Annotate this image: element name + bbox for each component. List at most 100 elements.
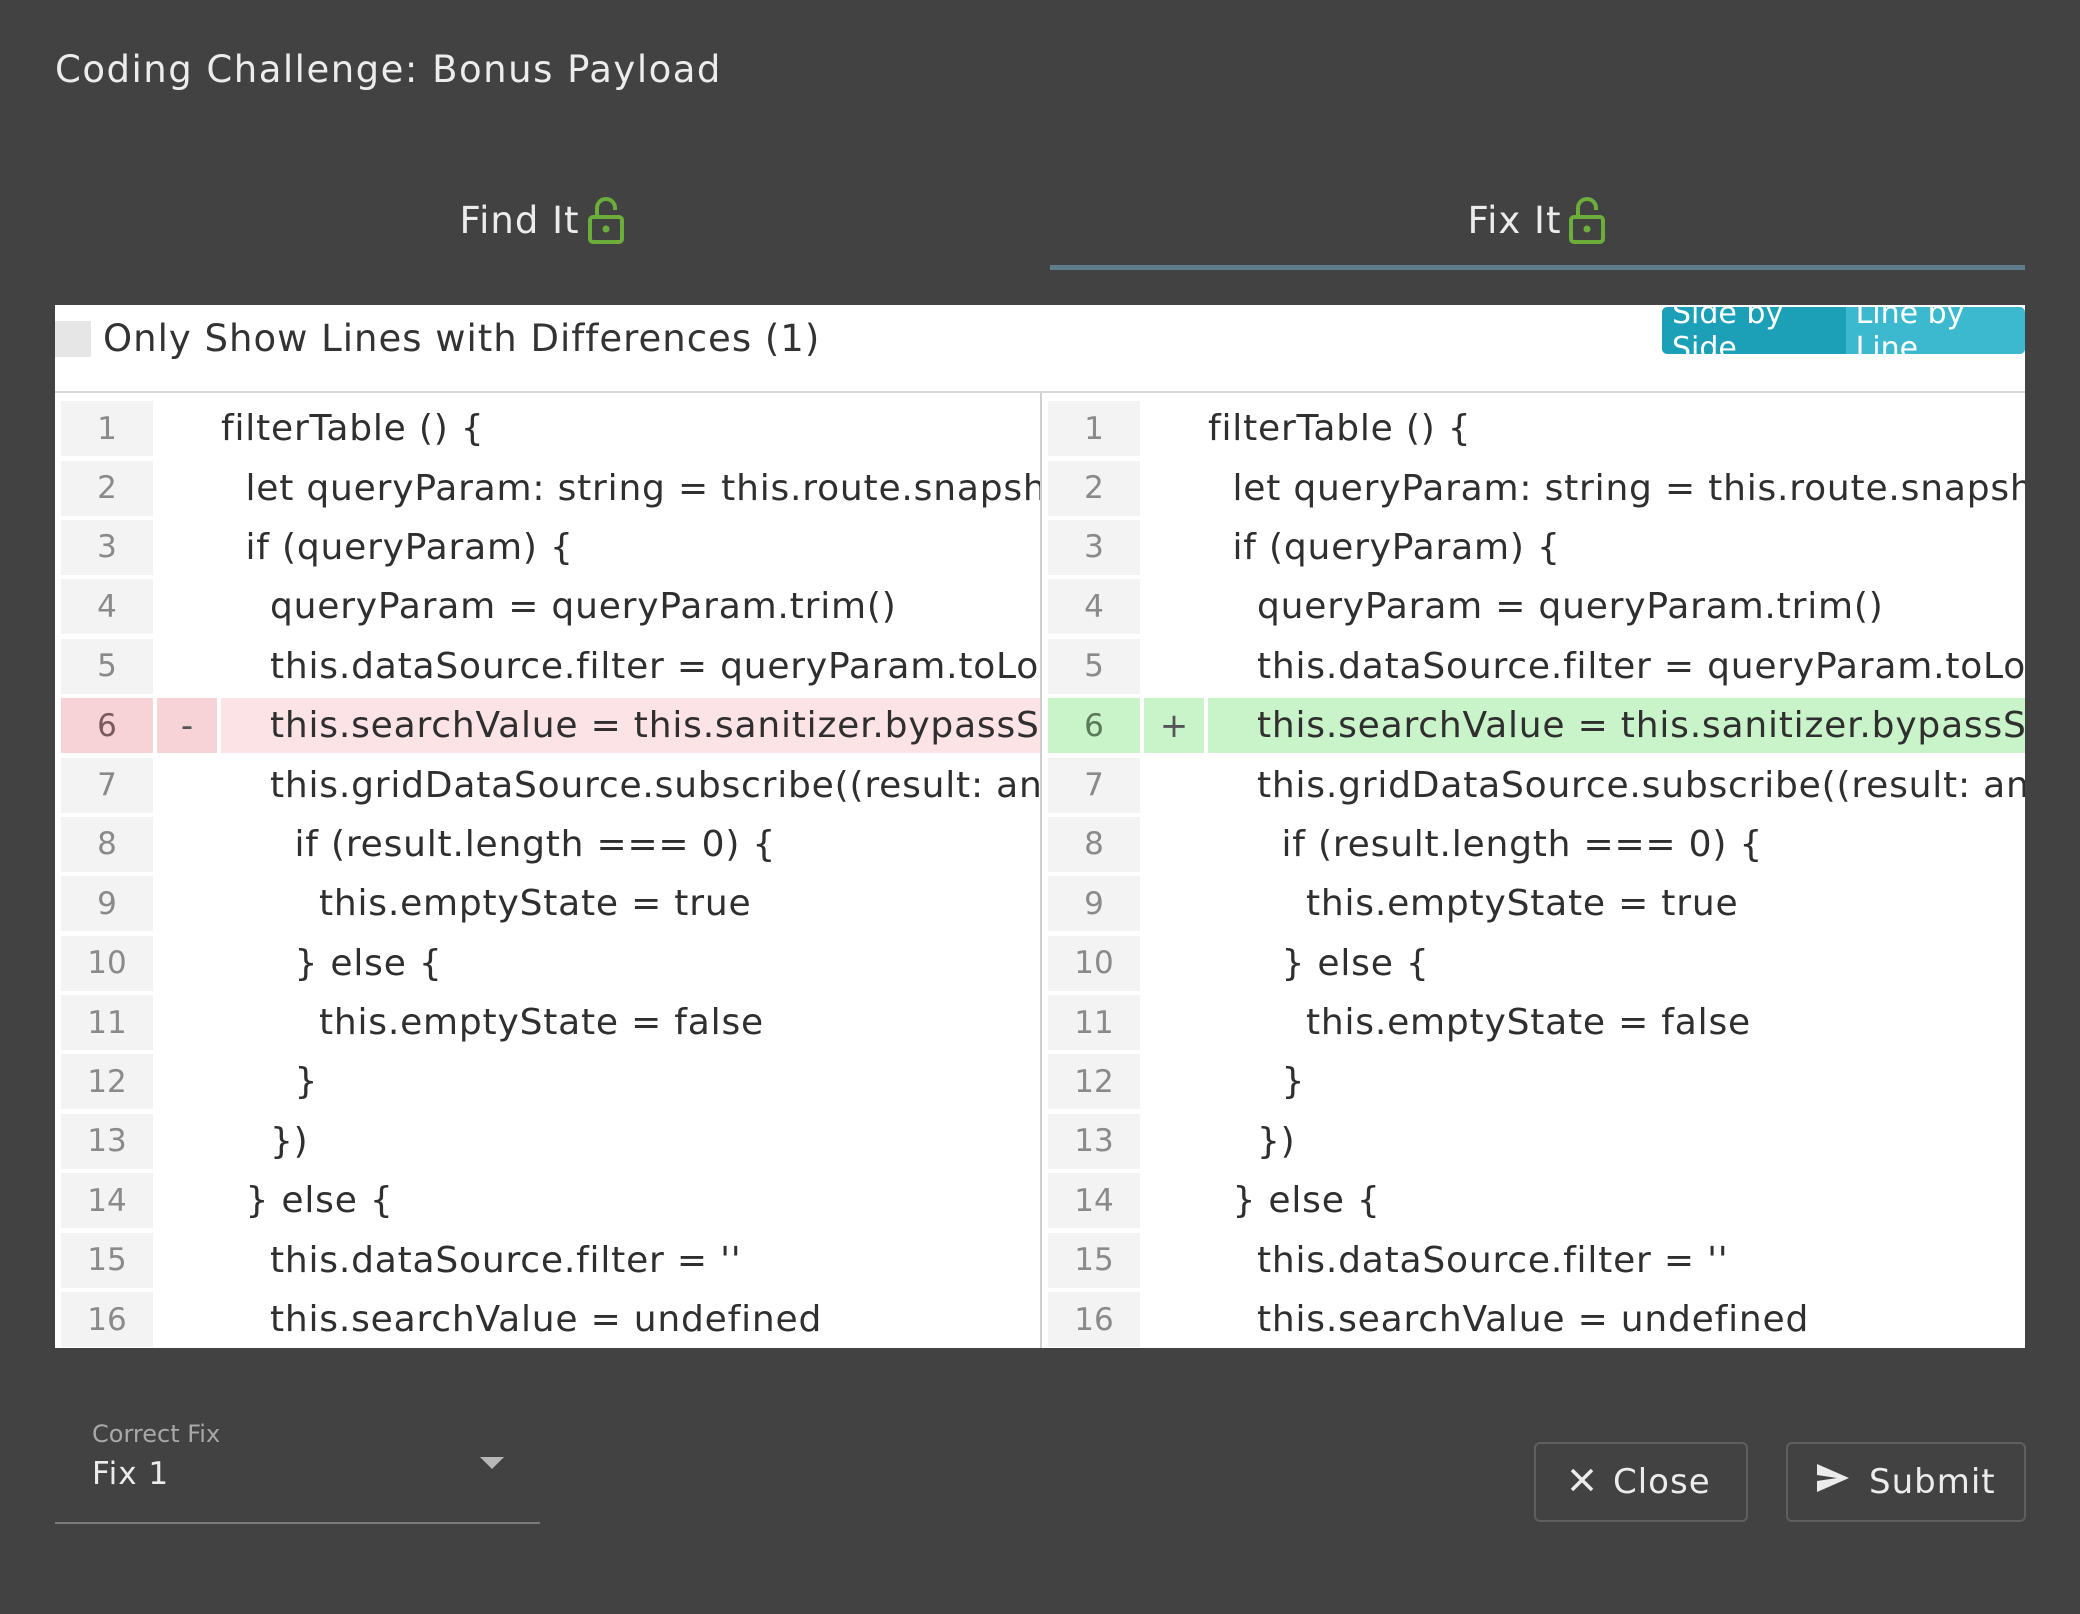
line-number: 9: [1048, 876, 1140, 932]
diff-marker: [157, 817, 217, 872]
code-text: this.emptyState = false: [1208, 1002, 1751, 1044]
line-number: 9: [61, 876, 153, 932]
send-icon: [1815, 1462, 1851, 1503]
line-number: 15: [61, 1232, 153, 1288]
line-number: 11: [61, 995, 153, 1051]
diff-marker: +: [1144, 698, 1204, 754]
code-text: this.dataSource.filter = '': [1208, 1239, 1729, 1281]
code-text: } else {: [1208, 1180, 1381, 1222]
code-text: filterTable () {: [221, 408, 485, 450]
diff-marker: [1144, 461, 1204, 516]
diff-line-right-7: 7 this.gridDataSource.subscribe((result:…: [1042, 755, 2025, 814]
code-text: queryParam = queryParam.trim(): [221, 586, 897, 628]
view-mode-toggle: Side by Side Line by Line: [1662, 307, 2025, 354]
tab-fix-it[interactable]: Fix It: [1050, 170, 2025, 270]
diff-marker: [157, 401, 217, 456]
diff-marker: [157, 461, 217, 516]
only-differences-checkbox[interactable]: [55, 321, 91, 357]
correct-fix-select[interactable]: Correct Fix Fix 1: [55, 1412, 540, 1524]
line-number: 1: [1048, 401, 1140, 457]
code-text: filterTable () {: [1208, 408, 1472, 450]
correct-fix-value: Fix 1: [92, 1456, 170, 1492]
fixed-code-pane[interactable]: 1 filterTable () {2 let queryParam: strin…: [1042, 393, 2025, 1348]
diff-marker: [157, 876, 217, 931]
diff-marker: [1144, 876, 1204, 931]
line-number: 12: [61, 1054, 153, 1110]
diff-line-right-10: 10 } else {: [1042, 934, 2025, 993]
line-number: 3: [1048, 519, 1140, 575]
tab-find-it-label: Find It: [459, 198, 580, 242]
diff-line-left-13: 13 }): [55, 1112, 1040, 1171]
code-text: }): [221, 1120, 309, 1162]
diff-line-right-15: 15 this.dataSource.filter = '': [1042, 1230, 2025, 1289]
diff-line-right-4: 4 queryParam = queryParam.trim(): [1042, 577, 2025, 636]
diff-line-left-16: 16 this.searchValue = undefined: [55, 1290, 1040, 1348]
line-by-line-button[interactable]: Line by Line: [1845, 307, 2025, 354]
diff-marker: [157, 1233, 217, 1288]
code-text: if (queryParam) {: [221, 526, 574, 568]
diff-line-left-2: 2 let queryParam: string = this.route.sn…: [55, 458, 1040, 517]
line-number: 6: [61, 698, 153, 754]
code-text: this.dataSource.filter = '': [221, 1239, 742, 1281]
code-text: if (result.length === 0) {: [221, 823, 777, 865]
original-code-pane[interactable]: 1 filterTable () {2 let queryParam: strin…: [55, 393, 1042, 1348]
submit-button-label: Submit: [1869, 1462, 1996, 1502]
code-text: } else {: [221, 1180, 394, 1222]
diff-header: Only Show Lines with Differences (1) Sid…: [55, 305, 2025, 393]
diff-viewer: Only Show Lines with Differences (1) Sid…: [55, 305, 2025, 1348]
code-text: this.searchValue = this.sanitizer.bypass…: [221, 698, 1040, 754]
code-text: this.gridDataSource.subscribe((result: a…: [1256, 764, 2025, 806]
code-text: this.dataSource.filter = queryParam.toLo…: [269, 645, 1040, 687]
diff-marker: [1144, 1292, 1204, 1347]
diff-marker: [157, 936, 217, 991]
diff-marker: [1144, 401, 1204, 456]
unlocked-lock-icon: [1567, 195, 1607, 245]
line-number: 3: [61, 519, 153, 575]
tab-find-it[interactable]: Find It: [55, 170, 1030, 270]
code-text: if (queryParam) {: [1208, 526, 1561, 568]
diff-marker: [157, 579, 217, 634]
diff-line-left-11: 11 this.emptyState = false: [55, 993, 1040, 1052]
diff-line-left-1: 1 filterTable () {: [55, 399, 1040, 458]
dropdown-arrow-icon[interactable]: [480, 1457, 504, 1469]
tab-fix-it-label: Fix It: [1467, 198, 1562, 242]
side-by-side-button[interactable]: Side by Side: [1662, 307, 1846, 354]
diff-marker: [157, 1054, 217, 1109]
diff-line-right-13: 13 }): [1042, 1112, 2025, 1171]
diff-marker: [1144, 1114, 1204, 1169]
diff-line-right-16: 16 this.searchValue = undefined: [1042, 1290, 2025, 1348]
challenge-dialog: Coding Challenge: Bonus Payload Find It …: [0, 0, 2080, 1614]
code-text: this.searchValue = undefined: [221, 1299, 823, 1341]
code-text: }: [1208, 1061, 1306, 1103]
code-text: this.emptyState = false: [221, 1002, 764, 1044]
diff-marker: [157, 1173, 217, 1228]
code-text: this.searchValue = this.sanitizer.bypass…: [1208, 698, 2025, 754]
diff-line-right-9: 9 this.emptyState = true: [1042, 874, 2025, 933]
correct-fix-label: Correct Fix: [92, 1420, 221, 1448]
code-text: }: [221, 1061, 319, 1103]
code-text: this.emptyState = true: [1208, 883, 1739, 925]
diff-line-left-15: 15 this.dataSource.filter = '': [55, 1230, 1040, 1289]
diff-line-right-5: 5 this.dataSource.filter = queryParam.to…: [1042, 637, 2025, 696]
line-number: 13: [1048, 1113, 1140, 1169]
line-number: 16: [61, 1292, 153, 1348]
code-text: queryParam = queryParam.trim(): [1208, 586, 1884, 628]
diff-marker: [1144, 579, 1204, 634]
line-number: 15: [1048, 1232, 1140, 1288]
diff-line-right-1: 1 filterTable () {: [1042, 399, 2025, 458]
close-button[interactable]: Close: [1534, 1442, 1748, 1522]
code-text: }): [1208, 1120, 1296, 1162]
diff-line-left-14: 14 } else {: [55, 1171, 1040, 1230]
diff-line-right-8: 8 if (result.length === 0) {: [1042, 815, 2025, 874]
active-tab-indicator: [1050, 265, 2025, 270]
diff-marker: [1144, 1054, 1204, 1109]
line-number: 5: [1048, 638, 1140, 694]
line-number: 12: [1048, 1054, 1140, 1110]
diff-line-left-8: 8 if (result.length === 0) {: [55, 815, 1040, 874]
line-number: 8: [61, 816, 153, 872]
only-differences-label[interactable]: Only Show Lines with Differences (1): [103, 317, 820, 360]
diff-marker: [1144, 520, 1204, 575]
submit-button[interactable]: Submit: [1786, 1442, 2026, 1522]
code-text: } else {: [221, 942, 443, 984]
dialog-title: Coding Challenge: Bonus Payload: [55, 48, 722, 91]
